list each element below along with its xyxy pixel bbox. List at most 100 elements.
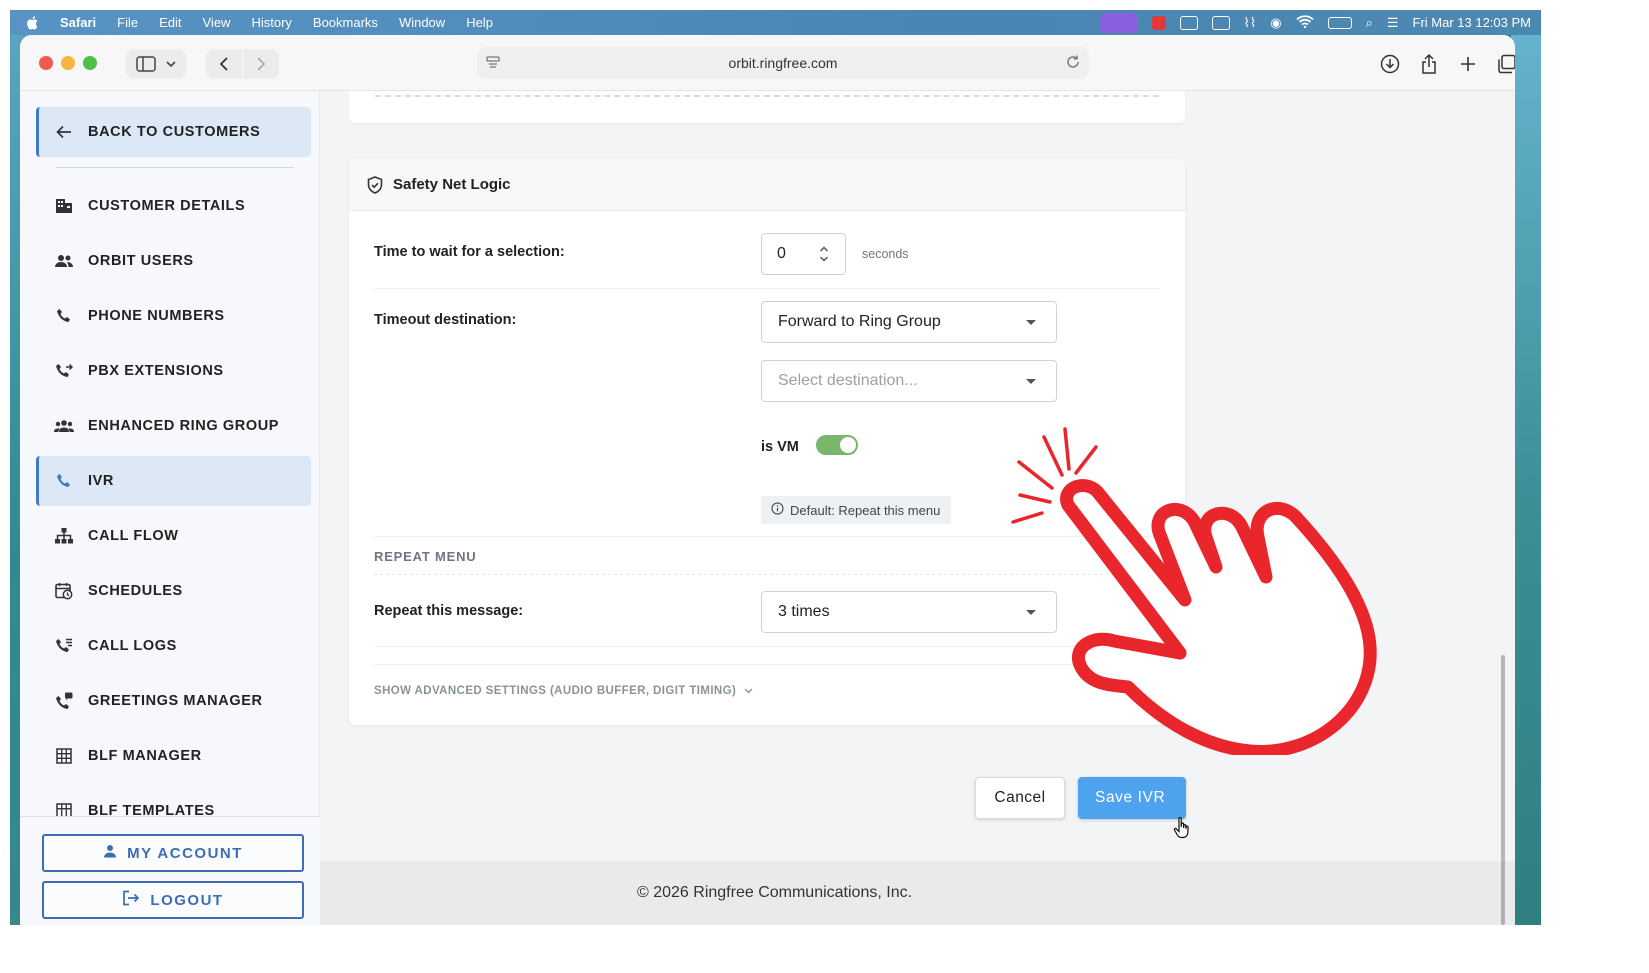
site-settings-icon[interactable] xyxy=(485,55,501,74)
logout-icon xyxy=(122,890,140,910)
info-icon xyxy=(771,502,784,518)
sidebar-toggle-icon[interactable] xyxy=(126,49,186,79)
sidebar-item-ivr[interactable]: IVR xyxy=(36,456,311,506)
back-nav-icon[interactable] xyxy=(206,49,242,79)
repeat-message-label: Repeat this message: xyxy=(374,603,524,619)
app-sidebar: BACK TO CUSTOMERS CUSTOMER DETAILS ORBIT… xyxy=(20,91,320,925)
sidebar-item-label: CUSTOMER DETAILS xyxy=(88,198,246,214)
menu-view[interactable]: View xyxy=(203,15,231,30)
sidebar-item-label: IVR xyxy=(88,473,114,489)
sidebar-account-panel: MY ACCOUNT LOGOUT xyxy=(20,816,320,925)
menu-edit[interactable]: Edit xyxy=(159,15,181,30)
sidebar-item-label: BLF MANAGER xyxy=(88,748,202,764)
desktop-wallpaper-right xyxy=(1511,10,1541,925)
sidebar-item-label: CALL FLOW xyxy=(88,528,179,544)
menu-help[interactable]: Help xyxy=(466,15,493,30)
sitemap-icon xyxy=(54,526,74,546)
is-vm-toggle[interactable] xyxy=(816,435,858,455)
screen-share-icon[interactable] xyxy=(1099,12,1138,33)
logout-button[interactable]: LOGOUT xyxy=(42,881,304,919)
timeout-destination-value: Forward to Ring Group xyxy=(778,313,941,330)
cancel-button[interactable]: Cancel xyxy=(975,777,1065,819)
play-icon[interactable]: ◉ xyxy=(1270,15,1281,31)
phone-icon xyxy=(54,471,74,491)
dashed-drop-zone-edge xyxy=(375,95,1159,97)
chevron-down-icon xyxy=(1026,379,1036,384)
wait-time-unit: seconds xyxy=(862,247,909,261)
row-divider xyxy=(374,288,1160,289)
calendar-clock-icon xyxy=(54,581,74,601)
browser-toolbar: orbit.ringfree.com xyxy=(20,35,1515,91)
sidebar-item-call-flow[interactable]: CALL FLOW xyxy=(36,511,311,561)
destination-select[interactable]: Select destination... xyxy=(761,360,1057,402)
pointing-hand-icon xyxy=(1011,427,1377,755)
control-center-icon[interactable]: ☰ xyxy=(1387,15,1399,31)
wait-time-value: 0 xyxy=(777,245,786,262)
is-vm-label: is VM xyxy=(761,439,799,455)
my-account-label: MY ACCOUNT xyxy=(127,844,243,862)
share-icon[interactable] xyxy=(1414,49,1444,79)
safety-net-header: Safety Net Logic xyxy=(349,159,1185,211)
previous-card-bottom xyxy=(349,91,1185,123)
tab-overview-icon[interactable] xyxy=(1492,49,1515,79)
menu-history[interactable]: History xyxy=(251,15,291,30)
menu-bookmarks[interactable]: Bookmarks xyxy=(313,15,378,30)
sidebar-item-customer-details[interactable]: CUSTOMER DETAILS xyxy=(36,181,311,231)
person-icon xyxy=(103,844,117,862)
forward-nav-icon[interactable] xyxy=(243,49,279,79)
camera-icon[interactable] xyxy=(1179,15,1198,30)
phone-message-icon xyxy=(54,691,74,711)
phone-forward-icon xyxy=(54,361,74,381)
back-to-customers-link[interactable]: BACK TO CUSTOMERS xyxy=(36,107,311,157)
sidebar-item-greetings-manager[interactable]: GREETINGS MANAGER xyxy=(36,676,311,726)
grid-icon xyxy=(54,746,74,766)
menu-app-safari[interactable]: Safari xyxy=(60,15,96,30)
show-advanced-settings-link[interactable]: SHOW ADVANCED SETTINGS (AUDIO BUFFER, DI… xyxy=(374,685,753,697)
close-window-button[interactable] xyxy=(39,56,53,70)
toggle-knob xyxy=(840,437,856,453)
sidebar-divider xyxy=(56,167,294,168)
spotlight-search-icon[interactable]: ⌕ xyxy=(1366,15,1373,31)
default-hint-badge: Default: Repeat this menu xyxy=(761,496,952,524)
timeout-destination-select[interactable]: Forward to Ring Group xyxy=(761,301,1057,343)
menu-file[interactable]: File xyxy=(117,15,138,30)
sidebar-item-pbx-extensions[interactable]: PBX EXTENSIONS xyxy=(36,346,311,396)
phone-log-icon xyxy=(54,636,74,656)
hand-cursor-icon xyxy=(1173,817,1189,839)
sidebar-item-blf-manager[interactable]: BLF MANAGER xyxy=(36,731,311,781)
arrow-left-icon xyxy=(54,122,74,142)
safety-net-title: Safety Net Logic xyxy=(393,176,511,193)
battery-icon[interactable] xyxy=(1327,16,1352,29)
stepper-icon[interactable] xyxy=(819,245,829,268)
sidebar-item-schedules[interactable]: SCHEDULES xyxy=(36,566,311,616)
mac-menu-bar: Safari File Edit View History Bookmarks … xyxy=(10,10,1541,35)
wait-time-input[interactable]: 0 xyxy=(761,233,846,275)
record-icon[interactable] xyxy=(1151,15,1166,30)
save-ivr-button[interactable]: Save IVR xyxy=(1078,777,1186,819)
sidebar-item-enhanced-ring-group[interactable]: ENHANCED RING GROUP xyxy=(36,401,311,451)
reload-icon[interactable] xyxy=(1065,54,1081,73)
menu-clock[interactable]: Fri Mar 13 12:03 PM xyxy=(1413,15,1532,30)
minimize-window-button[interactable] xyxy=(61,56,75,70)
sidebar-item-call-logs[interactable]: CALL LOGS xyxy=(36,621,311,671)
menu-window[interactable]: Window xyxy=(399,15,445,30)
sidebar-item-orbit-users[interactable]: ORBIT USERS xyxy=(36,236,311,286)
display-icon[interactable] xyxy=(1211,15,1230,30)
wait-time-label: Time to wait for a selection: xyxy=(374,244,565,260)
downloads-icon[interactable] xyxy=(1375,49,1405,79)
apple-icon[interactable] xyxy=(24,14,42,32)
screen-frame: Safari File Edit View History Bookmarks … xyxy=(10,10,1541,925)
wifi-icon[interactable] xyxy=(1295,14,1314,31)
sidebar-item-label: PBX EXTENSIONS xyxy=(88,363,224,379)
repeat-message-value: 3 times xyxy=(778,603,830,620)
new-tab-icon[interactable] xyxy=(1453,49,1483,79)
zoom-window-button[interactable] xyxy=(83,56,97,70)
sidebar-item-label: ENHANCED RING GROUP xyxy=(88,418,280,434)
tools-icon[interactable]: ⌇⌇ xyxy=(1244,15,1257,31)
sidebar-item-phone-numbers[interactable]: PHONE NUMBERS xyxy=(36,291,311,341)
scrollbar-thumb[interactable] xyxy=(1501,655,1505,925)
building-icon xyxy=(54,196,74,216)
destination-placeholder: Select destination... xyxy=(778,372,918,389)
address-bar[interactable]: orbit.ringfree.com xyxy=(477,47,1089,79)
my-account-button[interactable]: MY ACCOUNT xyxy=(42,834,304,872)
